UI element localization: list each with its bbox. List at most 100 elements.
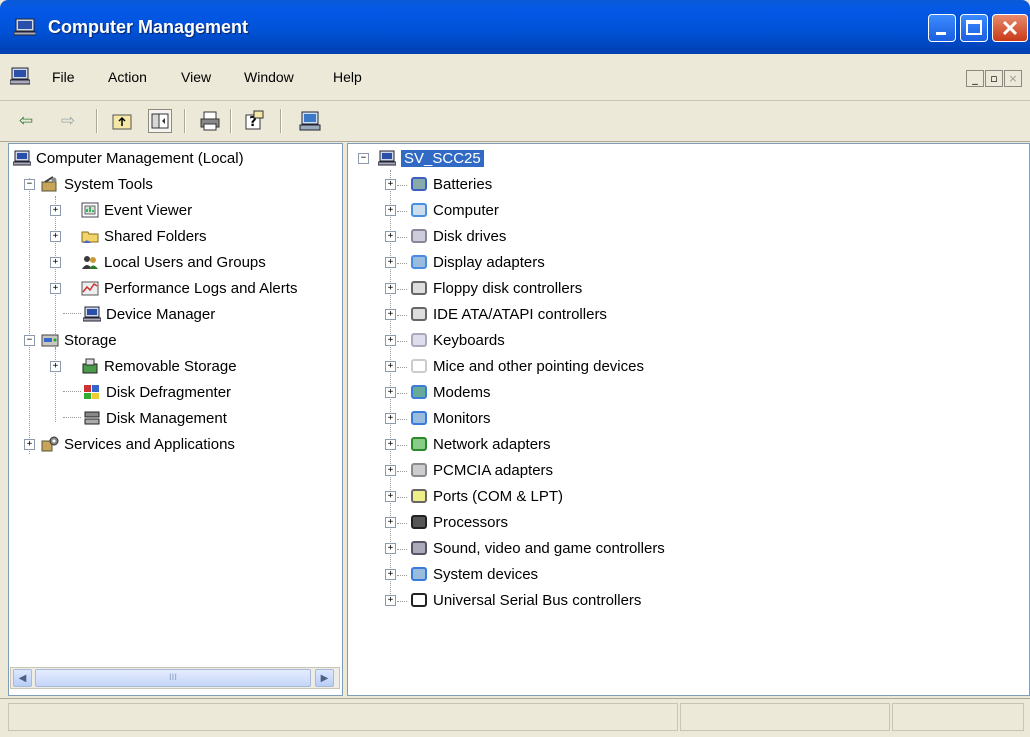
device-category-item[interactable]: Keyboards — [410, 330, 505, 354]
properties-icon[interactable] — [298, 109, 322, 133]
maximize-button[interactable] — [960, 14, 988, 42]
device-category-item[interactable]: Modems — [410, 382, 491, 406]
expand-toggle[interactable]: + — [385, 387, 396, 398]
child-restore-button[interactable]: ▫ — [985, 70, 1003, 87]
tree-item-disk-defragmenter[interactable]: Disk Defragmenter — [83, 382, 231, 406]
device-root-computer[interactable]: SV_SCC25 — [377, 148, 485, 172]
menu-view[interactable]: View — [181, 69, 211, 85]
device-category-item[interactable]: Batteries — [410, 174, 492, 198]
expand-toggle[interactable]: + — [50, 257, 61, 268]
minimize-button[interactable] — [928, 14, 956, 42]
menu-window[interactable]: Window — [244, 69, 294, 85]
tree-connector — [397, 211, 407, 212]
forward-icon[interactable]: ⇨ — [56, 109, 80, 133]
tree-item-event-viewer[interactable]: Event Viewer — [81, 200, 192, 224]
keyboard-icon — [410, 332, 428, 348]
expand-toggle[interactable]: + — [385, 439, 396, 450]
toolbar-separator — [230, 109, 232, 133]
device-category-item[interactable]: Display adapters — [410, 252, 545, 276]
battery-icon — [410, 176, 428, 192]
scroll-left-button[interactable]: ◀ — [13, 669, 32, 687]
expand-toggle[interactable]: + — [385, 413, 396, 424]
title-bar[interactable]: Computer Management — [0, 0, 1030, 54]
print-icon[interactable] — [198, 109, 222, 133]
scroll-right-button[interactable]: ▶ — [315, 669, 334, 687]
back-icon[interactable]: ⇦ — [14, 109, 38, 133]
device-category-item[interactable]: Ports (COM & LPT) — [410, 486, 563, 510]
expand-toggle[interactable]: + — [24, 439, 35, 450]
tree-item-local-users-groups[interactable]: Local Users and Groups — [81, 252, 266, 276]
expand-toggle[interactable]: + — [50, 283, 61, 294]
display-adapter-icon — [410, 254, 428, 270]
expand-toggle[interactable]: + — [385, 179, 396, 190]
close-button[interactable] — [992, 14, 1028, 42]
tree-item-services-applications[interactable]: Services and Applications — [41, 434, 235, 458]
shared-folder-icon — [81, 228, 99, 244]
device-category-item[interactable]: Network adapters — [410, 434, 551, 458]
device-category-item[interactable]: IDE ATA/ATAPI controllers — [410, 304, 607, 328]
tree-item-system-tools[interactable]: System Tools — [41, 174, 153, 198]
collapse-toggle[interactable]: − — [24, 179, 35, 190]
expand-toggle[interactable]: + — [385, 569, 396, 580]
mmc-system-menu-icon[interactable] — [10, 67, 30, 85]
device-category-item[interactable]: System devices — [410, 564, 538, 588]
menu-file[interactable]: File — [52, 69, 75, 85]
tree-item-storage[interactable]: Storage — [41, 330, 117, 354]
expand-toggle[interactable]: + — [50, 361, 61, 372]
help-icon[interactable]: ? — [242, 109, 266, 133]
menu-help[interactable]: Help — [333, 69, 362, 85]
scroll-thumb[interactable]: III — [35, 669, 311, 687]
expand-toggle[interactable]: + — [385, 595, 396, 606]
expand-toggle[interactable]: + — [385, 517, 396, 528]
device-category-label: Computer — [433, 202, 499, 219]
expand-toggle[interactable]: + — [385, 231, 396, 242]
computer-icon — [377, 150, 397, 166]
tree-connector — [397, 185, 407, 186]
device-category-item[interactable]: Disk drives — [410, 226, 506, 250]
device-category-item[interactable]: Universal Serial Bus controllers — [410, 590, 641, 614]
device-list-pane[interactable]: + Batteries + Computer + Disk drives + Display … — [347, 143, 1030, 696]
tree-connector — [397, 289, 407, 290]
device-category-label: Monitors — [433, 410, 491, 427]
expand-toggle[interactable]: + — [50, 205, 61, 216]
expand-toggle[interactable]: + — [50, 231, 61, 242]
tree-horizontal-scrollbar[interactable]: ◀ III ▶ — [10, 667, 340, 689]
device-category-item[interactable]: Floppy disk controllers — [410, 278, 582, 302]
tree-item-disk-management[interactable]: Disk Management — [83, 408, 227, 432]
expand-toggle[interactable]: + — [385, 465, 396, 476]
device-category-item[interactable]: Processors — [410, 512, 508, 536]
computer-icon — [12, 150, 32, 166]
computer-icon — [410, 202, 428, 218]
expand-toggle[interactable]: + — [385, 361, 396, 372]
device-category-item[interactable]: PCMCIA adapters — [410, 460, 553, 484]
device-category-item[interactable]: Sound, video and game controllers — [410, 538, 665, 562]
storage-icon — [41, 332, 59, 348]
child-minimize-button[interactable]: _ — [966, 70, 984, 87]
console-tree-pane[interactable]: Computer Management (Local) − System Too… — [8, 143, 343, 696]
device-category-label: System devices — [433, 566, 539, 583]
tree-item-shared-folders[interactable]: Shared Folders — [81, 226, 207, 250]
up-folder-icon[interactable] — [110, 109, 134, 133]
device-category-item[interactable]: Mice and other pointing devices — [410, 356, 644, 380]
show-hide-tree-icon[interactable] — [148, 109, 172, 133]
expand-toggle[interactable]: + — [385, 491, 396, 502]
sound-icon — [410, 540, 428, 556]
child-close-button[interactable]: × — [1004, 70, 1022, 87]
collapse-toggle[interactable]: − — [358, 153, 369, 164]
device-category-item[interactable]: Monitors — [410, 408, 491, 432]
tree-item-device-manager[interactable]: Device Manager — [82, 304, 215, 328]
tree-item-computer-management[interactable]: Computer Management (Local) — [12, 148, 244, 172]
expand-toggle[interactable]: + — [385, 309, 396, 320]
expand-toggle[interactable]: + — [385, 543, 396, 554]
menu-action[interactable]: Action — [108, 69, 147, 85]
mouse-icon — [410, 358, 428, 374]
tree-item-removable-storage[interactable]: Removable Storage — [81, 356, 237, 380]
tree-item-performance-logs[interactable]: Performance Logs and Alerts — [81, 278, 297, 302]
expand-toggle[interactable]: + — [385, 257, 396, 268]
collapse-toggle[interactable]: − — [24, 335, 35, 346]
expand-toggle[interactable]: + — [385, 283, 396, 294]
device-category-item[interactable]: Computer — [410, 200, 499, 224]
toolbar: ⇦ ⇨ ? — [0, 101, 1030, 142]
expand-toggle[interactable]: + — [385, 205, 396, 216]
expand-toggle[interactable]: + — [385, 335, 396, 346]
